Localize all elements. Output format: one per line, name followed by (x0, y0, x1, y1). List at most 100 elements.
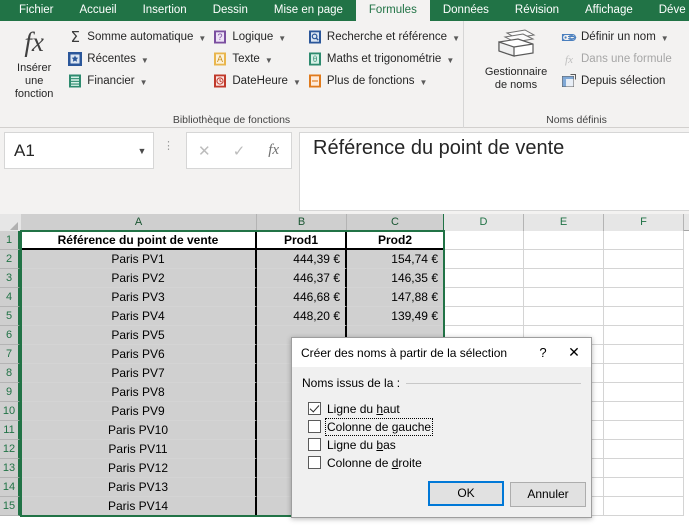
cell-F10[interactable] (604, 402, 684, 421)
cell-B4[interactable]: 446,68 € (257, 288, 347, 307)
cell-A1[interactable]: Référence du point de vente (21, 231, 257, 250)
create-from-selection-button[interactable]: Depuis sélection (558, 70, 683, 92)
insert-function-icon[interactable]: fx (259, 142, 289, 159)
row-header-1[interactable]: 1 (0, 231, 20, 250)
cell-D5[interactable] (444, 307, 524, 326)
cell-A4[interactable]: Paris PV3 (21, 288, 257, 307)
cell-A2[interactable]: Paris PV1 (21, 250, 257, 269)
checkbox-row-0[interactable]: Ligne du haut (308, 400, 400, 417)
help-icon[interactable]: ? (529, 339, 557, 367)
cell-E2[interactable] (524, 250, 604, 269)
cell-E4[interactable] (524, 288, 604, 307)
cell-D1[interactable] (444, 231, 524, 250)
cancel-button[interactable]: Annuler (510, 482, 586, 507)
checkbox-0[interactable] (308, 402, 321, 415)
close-icon[interactable]: ✕ (557, 339, 591, 367)
cell-A12[interactable]: Paris PV11 (21, 440, 257, 459)
cell-D3[interactable] (444, 269, 524, 288)
cell-E5[interactable] (524, 307, 604, 326)
cell-A3[interactable]: Paris PV2 (21, 269, 257, 288)
row-header-12[interactable]: 12 (0, 440, 20, 459)
checkbox-3[interactable] (308, 456, 321, 469)
cell-F9[interactable] (604, 383, 684, 402)
recent-functions-button[interactable]: Récentes ▼ (64, 48, 209, 70)
cell-F3[interactable] (604, 269, 684, 288)
logical-functions-button[interactable]: ? Logique ▼ (209, 26, 304, 48)
ok-button[interactable]: OK (428, 481, 504, 506)
row-header-4[interactable]: 4 (0, 288, 20, 307)
checkbox-2[interactable] (308, 438, 321, 451)
ribbon-tab-mise-en-page[interactable]: Mise en page (261, 0, 356, 21)
datetime-functions-button[interactable]: DateHeure ▼ (209, 70, 304, 92)
ribbon-tab-dessin[interactable]: Dessin (200, 0, 261, 21)
math-trig-button[interactable]: θ Maths et trigonométrie ▼ (304, 48, 463, 70)
cell-F5[interactable] (604, 307, 684, 326)
cell-A11[interactable]: Paris PV10 (21, 421, 257, 440)
name-box[interactable]: A1 ▼ (4, 132, 154, 169)
cell-F13[interactable] (604, 459, 684, 478)
column-header-A[interactable]: A (21, 214, 257, 231)
row-header-7[interactable]: 7 (0, 345, 20, 364)
cell-B3[interactable]: 446,37 € (257, 269, 347, 288)
insert-function-button[interactable]: fx Insérer une fonction (8, 21, 60, 101)
cell-A9[interactable]: Paris PV8 (21, 383, 257, 402)
cell-C2[interactable]: 154,74 € (347, 250, 444, 269)
name-box-dropdown-icon[interactable]: ▼ (131, 146, 153, 156)
cell-E3[interactable] (524, 269, 604, 288)
cell-F2[interactable] (604, 250, 684, 269)
cell-B2[interactable]: 444,39 € (257, 250, 347, 269)
column-header-E[interactable]: E (524, 214, 604, 231)
cell-B1[interactable]: Prod1 (257, 231, 347, 250)
define-name-button[interactable]: Définir un nom ▼ (558, 26, 683, 48)
ribbon-tab-accueil[interactable]: Accueil (67, 0, 130, 21)
cell-F14[interactable] (604, 478, 684, 497)
confirm-icon[interactable]: ✓ (224, 142, 254, 160)
cell-A8[interactable]: Paris PV7 (21, 364, 257, 383)
row-header-13[interactable]: 13 (0, 459, 20, 478)
text-functions-button[interactable]: A Texte ▼ (209, 48, 304, 70)
cell-C1[interactable]: Prod2 (347, 231, 444, 250)
column-header-F[interactable]: F (604, 214, 684, 231)
row-header-9[interactable]: 9 (0, 383, 20, 402)
cell-E1[interactable] (524, 231, 604, 250)
cell-A15[interactable]: Paris PV14 (21, 497, 257, 516)
autosum-button[interactable]: Σ Somme automatique ▼ (64, 26, 209, 48)
formula-input[interactable]: Référence du point de vente (299, 132, 689, 211)
cell-A13[interactable]: Paris PV12 (21, 459, 257, 478)
ribbon-tab-formules[interactable]: Formules (355, 0, 430, 21)
cell-F15[interactable] (604, 497, 684, 516)
cell-F8[interactable] (604, 364, 684, 383)
cell-C4[interactable]: 147,88 € (347, 288, 444, 307)
cancel-icon[interactable]: ✕ (189, 142, 219, 160)
cell-B5[interactable]: 448,20 € (257, 307, 347, 326)
cell-A14[interactable]: Paris PV13 (21, 478, 257, 497)
cell-F11[interactable] (604, 421, 684, 440)
checkbox-row-3[interactable]: Colonne de droite (308, 454, 422, 471)
lookup-reference-button[interactable]: Recherche et référence ▼ (304, 26, 463, 48)
row-header-3[interactable]: 3 (0, 269, 20, 288)
cell-D2[interactable] (444, 250, 524, 269)
cell-C3[interactable]: 146,35 € (347, 269, 444, 288)
checkbox-1[interactable] (308, 420, 321, 433)
ribbon-tab-r-vision[interactable]: Révision (502, 0, 572, 21)
row-header-14[interactable]: 14 (0, 478, 20, 497)
ribbon-tab-insertion[interactable]: Insertion (130, 0, 200, 21)
name-manager-button[interactable]: Gestionnaire de noms (474, 21, 558, 92)
column-header-D[interactable]: D (444, 214, 524, 231)
row-header-11[interactable]: 11 (0, 421, 20, 440)
checkbox-row-2[interactable]: Ligne du bas (308, 436, 396, 453)
cell-C5[interactable]: 139,49 € (347, 307, 444, 326)
row-header-15[interactable]: 15 (0, 497, 20, 516)
row-header-8[interactable]: 8 (0, 364, 20, 383)
cell-F1[interactable] (604, 231, 684, 250)
row-header-6[interactable]: 6 (0, 326, 20, 345)
column-header-C[interactable]: C (347, 214, 444, 231)
ribbon-tab-donn-es[interactable]: Données (430, 0, 502, 21)
cell-A5[interactable]: Paris PV4 (21, 307, 257, 326)
cell-F12[interactable] (604, 440, 684, 459)
select-all-corner[interactable] (0, 214, 20, 231)
column-header-B[interactable]: B (257, 214, 347, 231)
cell-A7[interactable]: Paris PV6 (21, 345, 257, 364)
cell-A6[interactable]: Paris PV5 (21, 326, 257, 345)
cell-A10[interactable]: Paris PV9 (21, 402, 257, 421)
